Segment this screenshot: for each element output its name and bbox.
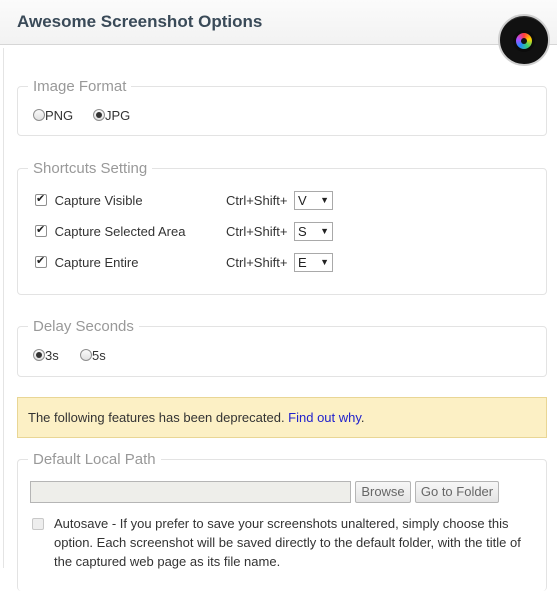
shortcut-row-entire: Capture Entire: [35, 254, 139, 270]
shortcuts-legend: Shortcuts Setting: [33, 160, 148, 177]
capture-selected-key-select[interactable]: S ▼: [294, 222, 333, 241]
dropdown-arrow-icon: ▼: [320, 226, 329, 236]
divider: [3, 48, 4, 568]
dropdown-arrow-icon: ▼: [320, 195, 329, 205]
capture-visible-label: Capture Visible: [54, 193, 143, 208]
delay-3s-radio[interactable]: [33, 349, 45, 361]
capture-entire-label: Capture Entire: [54, 255, 139, 270]
capture-selected-label: Capture Selected Area: [54, 224, 186, 239]
page-title: Awesome Screenshot Options: [17, 12, 263, 31]
autosave-description: Autosave - If you prefer to save your sc…: [54, 516, 521, 569]
capture-entire-key: E: [298, 255, 307, 270]
shortcut-row-visible: Capture Visible: [35, 192, 143, 208]
format-png-label: PNG: [45, 108, 74, 123]
camera-lens-icon: [498, 14, 550, 66]
capture-selected-checkbox[interactable]: [35, 223, 47, 237]
local-path-legend: Default Local Path: [33, 451, 156, 468]
deprecation-notice: The following features has been deprecat…: [17, 397, 547, 438]
dropdown-arrow-icon: ▼: [320, 257, 329, 267]
capture-entire-key-select[interactable]: E ▼: [294, 253, 333, 272]
capture-entire-checkbox[interactable]: [35, 254, 47, 268]
autosave-checkbox[interactable]: [32, 518, 44, 530]
capture-visible-key: V: [298, 193, 307, 208]
browse-button[interactable]: Browse: [355, 481, 411, 503]
title-bar: Awesome Screenshot Options: [0, 0, 557, 66]
capture-entire-modifier: Ctrl+Shift+: [226, 255, 288, 270]
shortcut-row-selected: Capture Selected Area: [35, 223, 186, 239]
delay-option-5s[interactable]: 5s: [80, 348, 106, 363]
notice-text: The following features has been deprecat…: [28, 410, 289, 425]
delay-legend: Delay Seconds: [33, 318, 134, 335]
capture-selected-key: S: [298, 224, 307, 239]
format-option-jpg[interactable]: JPG: [93, 108, 130, 123]
image-format-section: Image Format: [17, 78, 547, 136]
delay-5s-radio[interactable]: [80, 349, 92, 361]
capture-visible-modifier: Ctrl+Shift+: [226, 193, 288, 208]
image-format-legend: Image Format: [33, 78, 127, 95]
local-path-input[interactable]: [30, 481, 351, 503]
find-out-why-link[interactable]: Find out why: [288, 410, 361, 425]
delay-5s-label: 5s: [92, 348, 106, 363]
format-jpg-radio[interactable]: [93, 109, 105, 121]
delay-option-3s[interactable]: 3s: [33, 348, 59, 363]
capture-visible-key-select[interactable]: V ▼: [294, 191, 333, 210]
capture-selected-modifier: Ctrl+Shift+: [226, 224, 288, 239]
capture-visible-checkbox[interactable]: [35, 192, 47, 206]
delay-3s-label: 3s: [45, 348, 59, 363]
format-png-radio[interactable]: [33, 109, 45, 121]
format-jpg-label: JPG: [105, 108, 131, 123]
format-option-png[interactable]: PNG: [33, 108, 73, 123]
go-to-folder-button[interactable]: Go to Folder: [415, 481, 499, 503]
notice-suffix: .: [360, 410, 365, 425]
